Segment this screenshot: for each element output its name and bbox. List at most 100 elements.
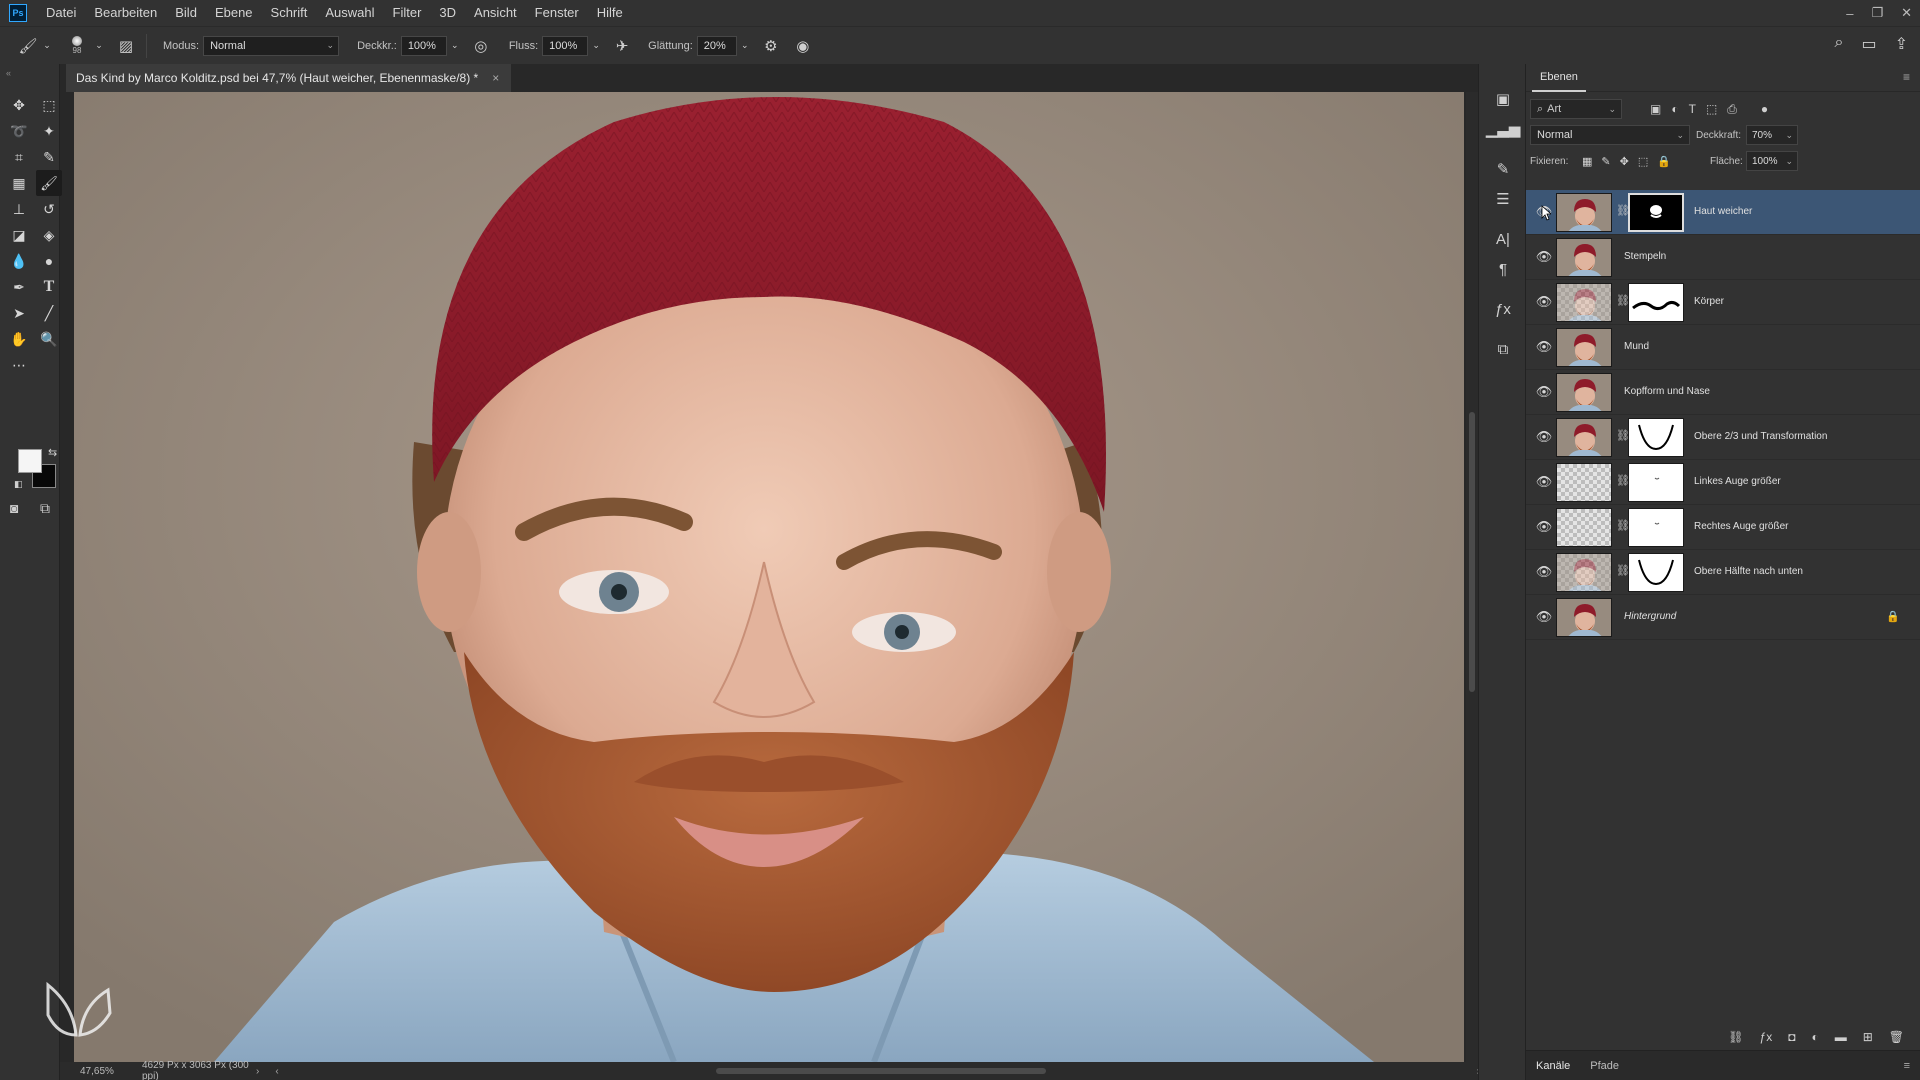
- pixel-filter-icon[interactable]: ▣: [1650, 102, 1661, 117]
- chevron-right-icon[interactable]: ›: [256, 1066, 259, 1077]
- paragraph-icon[interactable]: ¶: [1479, 254, 1527, 284]
- layer-row[interactable]: 👁 Hintergrund 🔒: [1526, 595, 1920, 640]
- filter-toggle-icon[interactable]: ●: [1761, 102, 1768, 117]
- scroll-thumb[interactable]: [1469, 412, 1475, 692]
- lock-artboard-icon[interactable]: ⬚: [1638, 155, 1648, 168]
- panel-menu-icon[interactable]: ≡: [1904, 1060, 1910, 1072]
- layer-thumbnail[interactable]: [1556, 283, 1612, 322]
- gear-icon[interactable]: ⚙: [759, 34, 783, 58]
- layer-name[interactable]: Obere 2/3 und Transformation: [1694, 431, 1827, 442]
- quick-mask-icon[interactable]: ◙: [10, 500, 18, 516]
- shape-filter-icon[interactable]: ⬚: [1706, 102, 1717, 117]
- layer-row[interactable]: 👁⛓Haut weicher: [1526, 190, 1920, 235]
- swap-colors-icon[interactable]: ⇆: [48, 446, 57, 459]
- lock-all-icon[interactable]: 🔒: [1657, 155, 1671, 168]
- menu-6[interactable]: Filter: [384, 0, 431, 26]
- foreground-color-swatch[interactable]: [18, 449, 42, 473]
- paint-bucket-tool-icon[interactable]: ◈: [36, 222, 62, 248]
- layer-row[interactable]: 👁 ⛓ Obere Hälfte nach unten: [1526, 550, 1920, 595]
- visibility-eye-icon[interactable]: 👁: [1535, 249, 1553, 265]
- pressure-size-icon[interactable]: ◉: [791, 34, 815, 58]
- layer-thumbnail[interactable]: [1556, 238, 1612, 277]
- layer-thumbnail[interactable]: [1556, 508, 1612, 547]
- layer-thumbnail[interactable]: [1556, 418, 1612, 457]
- mode-select[interactable]: Normal ⌄: [203, 35, 340, 56]
- layer-name[interactable]: Hintergrund: [1624, 611, 1676, 622]
- document-tab[interactable]: Das Kind by Marco Kolditz.psd bei 47,7% …: [66, 64, 512, 92]
- history-brush-tool-icon[interactable]: ↺: [36, 196, 62, 222]
- lock-position-icon[interactable]: ✥: [1620, 155, 1629, 168]
- chevron-down-icon[interactable]: ⌄: [447, 34, 463, 58]
- brush-settings-panel-icon[interactable]: ✎: [1479, 154, 1527, 184]
- histogram-icon[interactable]: ▁▃▅: [1479, 114, 1527, 144]
- smart-object-filter-icon[interactable]: ⎙: [1727, 102, 1737, 117]
- airbrush-icon[interactable]: ✈: [610, 34, 634, 58]
- layer-mask-thumbnail[interactable]: [1628, 553, 1684, 592]
- menu-5[interactable]: Auswahl: [316, 0, 383, 26]
- pen-tool-icon[interactable]: ✒: [6, 274, 32, 300]
- layer-thumbnail[interactable]: [1556, 553, 1612, 592]
- visibility-eye-icon[interactable]: 👁: [1535, 609, 1553, 625]
- close-icon[interactable]: ✕: [1901, 5, 1912, 21]
- visibility-eye-icon[interactable]: 👁: [1535, 294, 1553, 310]
- pressure-opacity-icon[interactable]: ◎: [469, 34, 493, 58]
- lock-image-icon[interactable]: ✎: [1601, 155, 1610, 168]
- brush-tool-icon[interactable]: 🖌: [36, 170, 62, 196]
- layer-mask-thumbnail[interactable]: [1628, 463, 1684, 502]
- properties-icon[interactable]: ▣: [1479, 84, 1527, 114]
- clone-source-icon[interactable]: ⧉: [1479, 334, 1527, 364]
- workspace-icon[interactable]: ▭: [1861, 34, 1876, 54]
- menu-10[interactable]: Hilfe: [588, 0, 632, 26]
- menu-8[interactable]: Ansicht: [465, 0, 526, 26]
- layer-mask-thumbnail[interactable]: [1628, 508, 1684, 547]
- layer-thumbnail[interactable]: [1556, 373, 1612, 412]
- lasso-tool-icon[interactable]: ➰: [6, 118, 32, 144]
- visibility-eye-icon[interactable]: 👁: [1535, 474, 1553, 490]
- menu-0[interactable]: Datei: [37, 0, 85, 26]
- styles-icon[interactable]: ƒx: [1479, 294, 1527, 324]
- layer-opacity-field[interactable]: 70% ⌄: [1746, 125, 1798, 145]
- layer-row[interactable]: 👁 ⛓ Obere 2/3 und Transformation: [1526, 415, 1920, 460]
- layer-thumbnail[interactable]: [1556, 328, 1612, 367]
- layer-mask-thumbnail[interactable]: [1628, 418, 1684, 457]
- chevron-down-icon[interactable]: ⌄: [737, 34, 753, 58]
- screen-mode-icon[interactable]: ⧉: [40, 500, 50, 517]
- add-mask-icon[interactable]: ◘: [1788, 1030, 1795, 1044]
- layer-style-icon[interactable]: ƒx: [1760, 1030, 1773, 1044]
- new-layer-icon[interactable]: ⊞: [1863, 1030, 1873, 1044]
- brush-tool-preset-icon[interactable]: 🖌: [16, 34, 40, 58]
- adjustments-icon[interactable]: ☰: [1479, 184, 1527, 214]
- visibility-eye-icon[interactable]: 👁: [1535, 429, 1553, 445]
- menu-3[interactable]: Ebene: [206, 0, 262, 26]
- filter-kind-select[interactable]: ⌕ Art ⌄: [1530, 99, 1622, 119]
- layer-name[interactable]: Körper: [1694, 296, 1724, 307]
- layer-name[interactable]: Obere Hälfte nach unten: [1694, 566, 1803, 577]
- panel-menu-icon[interactable]: ≡: [1903, 70, 1910, 84]
- visibility-eye-icon[interactable]: 👁: [1535, 519, 1553, 535]
- vertical-scrollbar[interactable]: [1466, 92, 1478, 1062]
- chevron-down-icon[interactable]: ⌄: [588, 34, 604, 58]
- magic-wand-tool-icon[interactable]: ✦: [36, 118, 62, 144]
- more-tools-icon[interactable]: ⋯: [6, 352, 32, 378]
- visibility-eye-icon[interactable]: 👁: [1535, 339, 1553, 355]
- blend-mode-select[interactable]: Normal ⌄: [1530, 125, 1690, 145]
- restore-icon[interactable]: ❐: [1871, 5, 1883, 21]
- type-tool-icon[interactable]: T: [36, 274, 62, 300]
- tab-channels[interactable]: Kanäle: [1526, 1060, 1580, 1072]
- default-colors-icon[interactable]: ◧: [14, 479, 23, 490]
- layer-name[interactable]: Haut weicher: [1694, 206, 1752, 217]
- brush-size-picker[interactable]: 98: [62, 36, 92, 55]
- layer-row[interactable]: 👁 Kopfform und Nase: [1526, 370, 1920, 415]
- layer-name[interactable]: Mund: [1624, 341, 1649, 352]
- layer-row[interactable]: 👁 Stempeln: [1526, 235, 1920, 280]
- smoothing-field[interactable]: 20%: [696, 35, 737, 56]
- opacity-field[interactable]: 100%: [400, 35, 447, 56]
- chevron-down-icon[interactable]: ⌄: [40, 34, 54, 58]
- collapse-arrows-icon[interactable]: «: [6, 68, 11, 78]
- layer-thumbnail[interactable]: [1556, 598, 1612, 637]
- image-canvas[interactable]: [74, 92, 1464, 1062]
- layer-mask-thumbnail[interactable]: [1628, 283, 1684, 322]
- move-tool-icon[interactable]: ✥: [6, 92, 32, 118]
- flow-field[interactable]: 100%: [542, 35, 589, 56]
- tab-layers[interactable]: Ebenen: [1532, 64, 1586, 92]
